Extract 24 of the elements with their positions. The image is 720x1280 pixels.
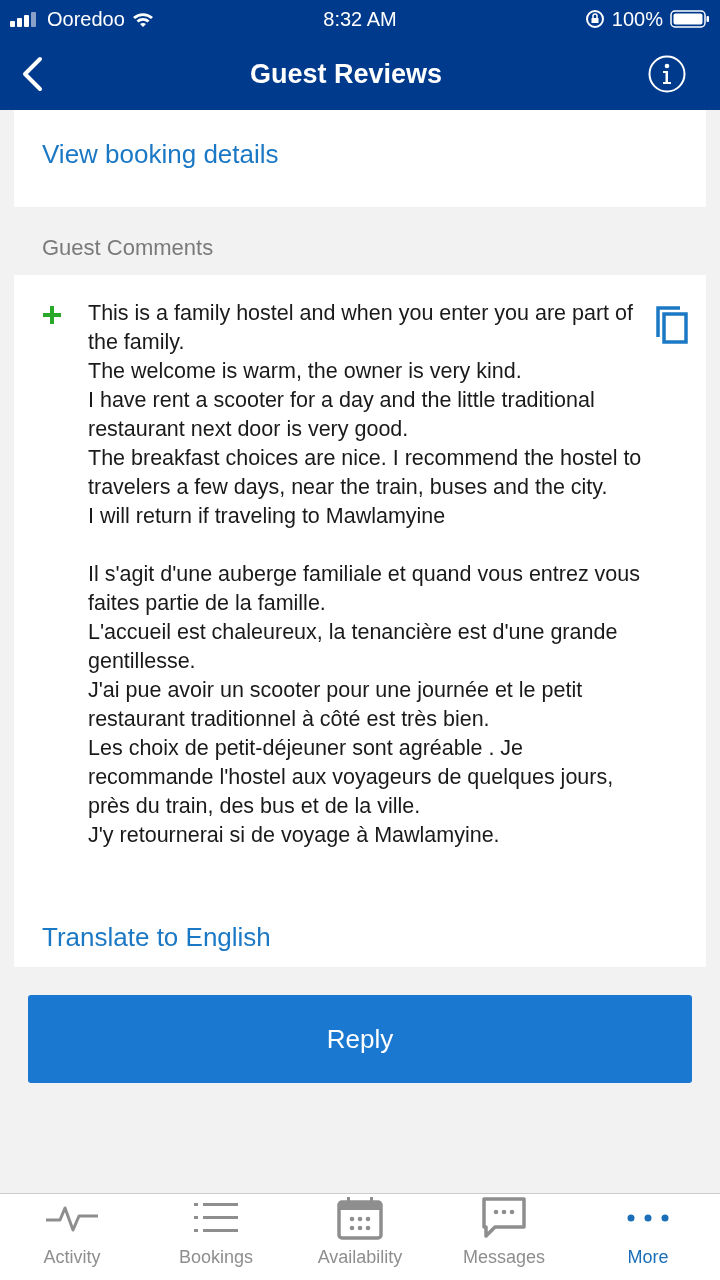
section-title: Guest Comments xyxy=(41,234,215,262)
tab[interactable]: Messages xyxy=(432,1194,576,1280)
tab[interactable]: Bookings xyxy=(144,1194,288,1280)
reply-button[interactable]: Reply xyxy=(28,995,692,1083)
translate-link[interactable]: Translate to English xyxy=(42,922,271,953)
status-time: 8:32 AM xyxy=(323,7,397,31)
tab[interactable]: Activity xyxy=(0,1194,144,1280)
view-booking-details-link[interactable]: View booking details xyxy=(42,139,279,170)
wifi-icon xyxy=(131,11,154,27)
carrier-name: Ooredoo xyxy=(47,7,125,31)
comment-text: This is a family hostel and when you enter you are part of the family. The welcome is warm, the owner is very kind. I have rent a scooter for a day and the little traditional restaurant next door is very good. The breakfast choices are nice. I recommend the hostel to travelers a few days, near the train, buses and the city. I will return if traveling to Mawlamyine Il s'agit d'une auberge familiale et quand vous entrez vous faites partie de la famille. L'accueil est chaleureux, la tenancière est d'une grande gentillesse. J'ai pue avoir un scooter pour une journée et le petit restaurant traditionnel à côté est très bien. Les choix de petit-déjeuner sont agréable . Je recommande l'hostel aux voyageurs de quelques jours, près du train, des bus et de la ville. J'y retournerai si de voyage à Mawlamyine. xyxy=(88,300,643,849)
battery-icon xyxy=(670,9,710,29)
back-button[interactable] xyxy=(20,56,44,92)
tab[interactable]: More xyxy=(576,1194,720,1280)
copy-button[interactable] xyxy=(654,305,690,345)
info-button[interactable] xyxy=(648,55,686,93)
rotation-lock-icon xyxy=(584,9,605,29)
battery-percent: 100% xyxy=(611,7,663,31)
screen-title: Guest Reviews xyxy=(249,58,443,90)
plus-icon xyxy=(42,305,62,325)
calendar-icon xyxy=(337,1196,383,1240)
tab[interactable]: Availability xyxy=(288,1194,432,1280)
more-icon xyxy=(626,1213,670,1223)
chat-bubble-icon xyxy=(481,1196,527,1240)
